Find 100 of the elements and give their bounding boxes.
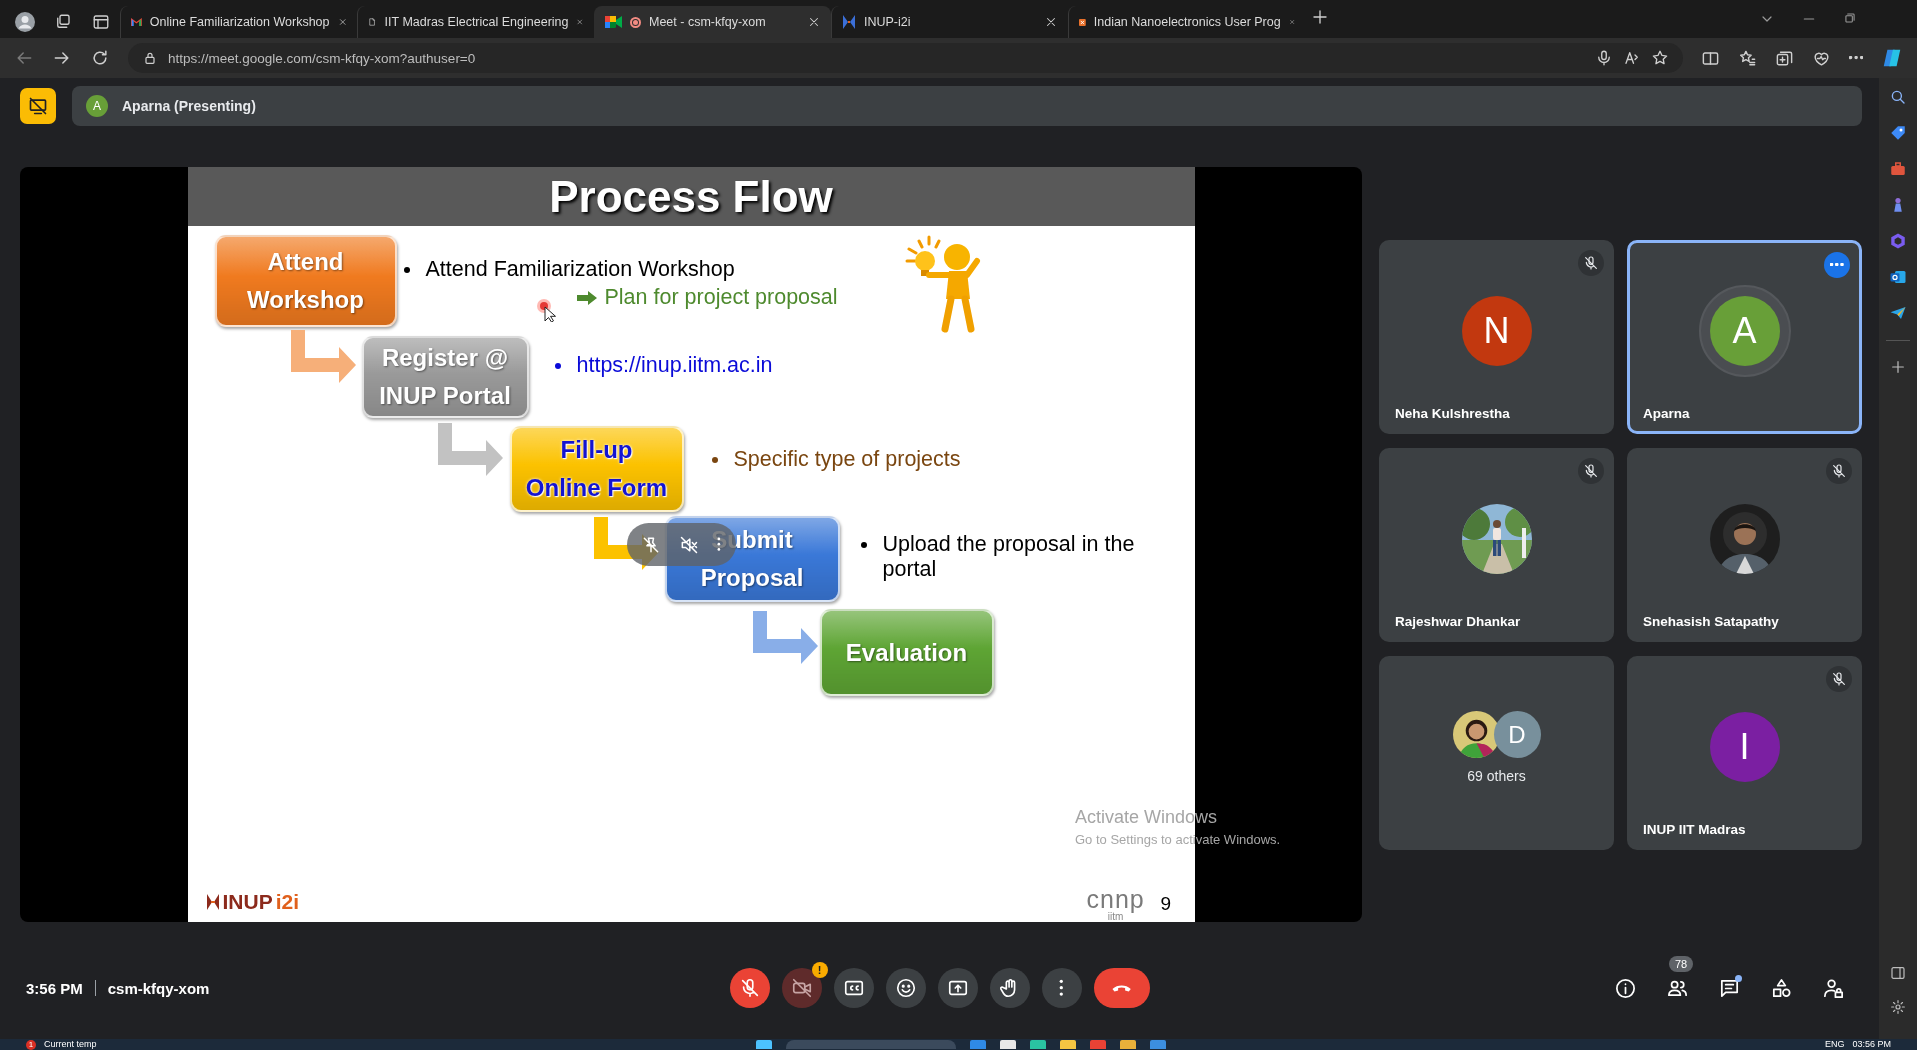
presenter-label: Aparna (Presenting) — [122, 98, 256, 114]
search-icon[interactable] — [1889, 88, 1907, 106]
page-number: 9 — [1160, 893, 1172, 915]
slide-note: Attend Familiarization Workshop — [425, 257, 735, 282]
reload-icon[interactable] — [90, 48, 110, 68]
restore-icon[interactable] — [1843, 11, 1857, 25]
taskbar-app-icon[interactable] — [1119, 1040, 1136, 1049]
video-camera-icon — [605, 15, 622, 29]
taskbar-app-icon[interactable] — [1059, 1040, 1076, 1049]
arrow-icon — [576, 291, 597, 305]
alert-badge: ! — [811, 962, 828, 978]
profile-icon[interactable] — [13, 10, 37, 34]
settings-icon[interactable] — [1890, 999, 1906, 1015]
person-lock-icon — [1821, 976, 1845, 1000]
copilot-icon[interactable] — [1881, 47, 1903, 69]
mic-off-icon — [1831, 670, 1847, 687]
more-icon[interactable] — [1848, 56, 1863, 60]
screen-off-icon — [28, 96, 48, 116]
step-arrow — [437, 423, 503, 476]
notification-badge: 1 — [26, 1039, 36, 1050]
process-step: Fill-up Online Form — [509, 426, 684, 512]
weather-label: Current temp — [44, 1039, 97, 1050]
emoji-button[interactable] — [885, 968, 926, 1008]
mic-off-icon — [1583, 462, 1599, 479]
add-icon[interactable] — [1890, 359, 1906, 375]
logo-icon — [842, 14, 856, 30]
language-indicator[interactable]: ENG — [1824, 1039, 1845, 1050]
camera-off-icon — [790, 977, 813, 999]
participant-name: Snehasish Satapathy — [1643, 613, 1779, 629]
mic-off-icon — [1831, 462, 1847, 479]
clock[interactable]: 03:56 PM — [1852, 1039, 1891, 1050]
process-step: Attend Workshop — [214, 235, 397, 327]
address-field[interactable]: https://meet.google.com/csm-kfqy-xom?authuser=0 — [128, 43, 1683, 73]
present-button[interactable] — [937, 968, 978, 1008]
tag-icon[interactable] — [1889, 124, 1907, 142]
lock-icon — [142, 50, 158, 66]
taskbar-app-icon[interactable] — [999, 1040, 1016, 1049]
logo-text: INUP — [222, 890, 273, 914]
browser-tab[interactable]: Meet - csm-kfqy-xom — [594, 6, 831, 38]
process-step: Register @ INUP Portal — [361, 336, 529, 418]
avatar: I — [1709, 711, 1780, 782]
more-icon — [1830, 263, 1844, 266]
avatar: A — [86, 95, 108, 117]
captions-button[interactable] — [833, 968, 874, 1008]
slide-note: https://inup.iitm.ac.in — [576, 353, 773, 378]
bullet-dot — [860, 542, 867, 548]
more-icon — [1059, 979, 1064, 997]
new-tab-icon[interactable] — [1311, 8, 1329, 26]
mic-off-icon — [1583, 254, 1599, 271]
more-options-button[interactable] — [1824, 251, 1850, 278]
slide-title: Process Flow — [549, 171, 833, 222]
mail-icon — [131, 16, 142, 28]
step-arrow — [290, 330, 356, 383]
partner-logo-caption: iitm — [1107, 911, 1124, 922]
star-icon[interactable] — [1650, 49, 1669, 67]
leave-call-button[interactable] — [1093, 968, 1150, 1008]
bullet-dot — [403, 267, 410, 273]
slide-note: Specific type of projects — [733, 447, 961, 472]
others-count: 69 others — [1467, 768, 1526, 784]
meeting-code: csm-kfqy-xom — [107, 979, 210, 997]
workspaces-icon[interactable] — [54, 13, 72, 31]
avatar: N — [1461, 295, 1532, 366]
bullet-dot — [554, 363, 561, 369]
emoji-icon — [894, 977, 917, 999]
speaker-off-icon[interactable] — [679, 534, 700, 555]
logo-icon — [205, 893, 220, 911]
info-icon — [1613, 976, 1637, 1000]
avatar: A — [1709, 295, 1780, 366]
slide-note: Plan for project proposal — [604, 285, 838, 310]
participant-name: Neha Kulshrestha — [1395, 405, 1510, 421]
logo-suffix: i2i — [275, 890, 300, 914]
favorites-icon[interactable] — [1737, 48, 1757, 68]
step-arrow — [752, 611, 818, 664]
meeting-time: 3:56 PM — [26, 979, 83, 997]
partner-logo-text: cnnp — [1086, 887, 1145, 911]
camera-button[interactable] — [781, 968, 822, 1008]
hexagon-logo-icon[interactable] — [1889, 232, 1907, 250]
bullet-dot — [711, 457, 718, 463]
phone-icon — [1111, 983, 1132, 993]
taskbar-app-icon[interactable] — [1029, 1040, 1046, 1049]
count-badge: 78 — [1669, 956, 1694, 972]
participant-name: Aparna — [1643, 405, 1690, 421]
close-icon[interactable] — [1044, 15, 1058, 29]
process-step: Evaluation — [819, 609, 994, 696]
read-aloud-icon[interactable] — [1622, 49, 1641, 67]
participant-name: INUP IIT Madras — [1643, 821, 1746, 837]
tab-actions-icon[interactable] — [92, 13, 110, 31]
slide-note: Upload the proposal in the portal — [882, 532, 1135, 582]
collections-icon[interactable] — [1774, 48, 1794, 68]
mail-app-icon[interactable] — [1889, 268, 1907, 286]
start-icon[interactable] — [755, 1040, 772, 1049]
participant-name: Rajeshwar Dhankar — [1395, 613, 1521, 629]
avatar: D — [1493, 711, 1541, 758]
close-icon[interactable] — [807, 15, 821, 29]
sidebar-panel-icon[interactable] — [1890, 965, 1906, 981]
toolbox-icon[interactable] — [1889, 160, 1907, 178]
search-field[interactable] — [785, 1040, 956, 1049]
presentation-button[interactable] — [20, 88, 56, 124]
microphone-button[interactable] — [729, 968, 770, 1008]
raise-hand-button[interactable] — [989, 968, 1030, 1008]
